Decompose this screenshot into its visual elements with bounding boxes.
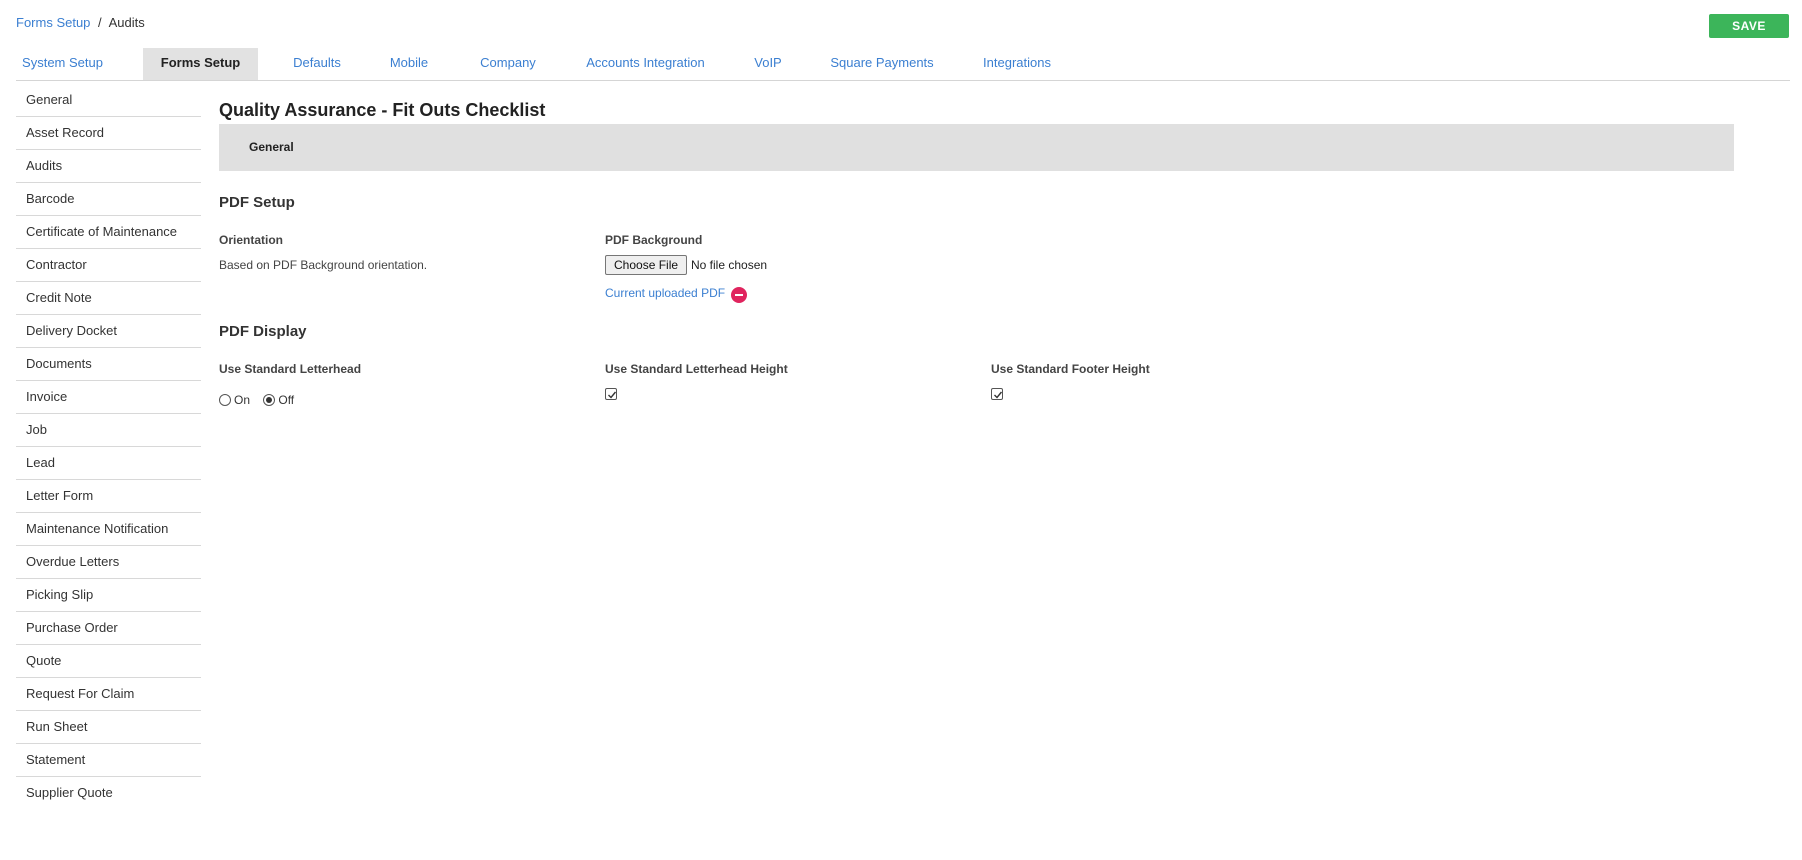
- forms-setup-page: Forms Setup / Audits SAVE System Setup F…: [0, 0, 1802, 860]
- pdf-display-heading: PDF Display: [219, 323, 307, 340]
- letterhead-on-option[interactable]: On: [219, 393, 250, 407]
- orientation-label: Orientation: [219, 233, 284, 247]
- sidebar-item-credit-note[interactable]: Credit Note: [16, 282, 201, 315]
- settings-tabs: System Setup Forms Setup Defaults Mobile…: [16, 48, 1790, 81]
- orientation-text: Based on PDF Background orientation.: [219, 258, 428, 272]
- radio-on-label: On: [234, 393, 251, 407]
- sidebar-item-overdue-letters[interactable]: Overdue Letters: [16, 546, 201, 579]
- sidebar-item-delivery-docket[interactable]: Delivery Docket: [16, 315, 201, 348]
- footer-height-checkbox[interactable]: [991, 388, 1003, 400]
- sidebar-item-audits[interactable]: Audits: [16, 150, 201, 183]
- sidebar-item-invoice[interactable]: Invoice: [16, 381, 201, 414]
- save-button[interactable]: SAVE: [1709, 14, 1789, 38]
- sidebar-item-quote[interactable]: Quote: [16, 645, 201, 678]
- sidebar-item-letter-form[interactable]: Letter Form: [16, 480, 201, 513]
- tab-accounts-integration[interactable]: Accounts Integration: [576, 48, 715, 80]
- sidebar-item-job[interactable]: Job: [16, 414, 201, 447]
- use-standard-footer-height-label: Use Standard Footer Height: [991, 362, 1150, 376]
- sidebar-item-request-for-claim[interactable]: Request For Claim: [16, 678, 201, 711]
- sidebar-item-picking-slip[interactable]: Picking Slip: [16, 579, 201, 612]
- tab-mobile[interactable]: Mobile: [383, 48, 435, 80]
- radio-off-label: Off: [278, 393, 295, 407]
- sidebar-item-contractor[interactable]: Contractor: [16, 249, 201, 282]
- tab-company[interactable]: Company: [471, 48, 545, 80]
- forms-sidebar: General Asset Record Audits Barcode Cert…: [16, 84, 201, 809]
- page-title: Quality Assurance - Fit Outs Checklist: [219, 100, 546, 120]
- sidebar-item-purchase-order[interactable]: Purchase Order: [16, 612, 201, 645]
- remove-icon[interactable]: [731, 287, 747, 303]
- tab-forms-setup[interactable]: Forms Setup: [143, 48, 258, 80]
- pdf-background-label: PDF Background: [605, 233, 703, 247]
- letterhead-radio-group: On Off: [219, 393, 304, 409]
- sidebar-item-certificate-of-maintenance[interactable]: Certificate of Maintenance: [16, 216, 201, 249]
- tab-square-payments[interactable]: Square Payments: [816, 48, 948, 80]
- sidebar-item-run-sheet[interactable]: Run Sheet: [16, 711, 201, 744]
- radio-on[interactable]: [219, 394, 231, 406]
- section-tab-general[interactable]: General: [249, 124, 294, 171]
- sidebar-item-asset-record[interactable]: Asset Record: [16, 117, 201, 150]
- choose-file-button[interactable]: Choose File: [605, 255, 688, 275]
- use-standard-letterhead-height-label: Use Standard Letterhead Height: [605, 362, 788, 376]
- breadcrumb-current: Audits: [108, 15, 145, 30]
- use-standard-letterhead-label: Use Standard Letterhead: [219, 362, 362, 376]
- tab-integrations[interactable]: Integrations: [965, 48, 1069, 80]
- breadcrumb-separator: /: [98, 15, 102, 30]
- section-tab-bar: General: [219, 124, 1734, 171]
- breadcrumb-link-forms-setup[interactable]: Forms Setup: [16, 15, 90, 30]
- breadcrumb: Forms Setup / Audits: [16, 15, 145, 30]
- tab-voip[interactable]: VoIP: [742, 48, 794, 80]
- tab-defaults[interactable]: Defaults: [284, 48, 350, 80]
- pdf-setup-heading: PDF Setup: [219, 194, 295, 211]
- letterhead-height-checkbox[interactable]: [605, 388, 617, 400]
- sidebar-item-documents[interactable]: Documents: [16, 348, 201, 381]
- sidebar-item-maintenance-notification[interactable]: Maintenance Notification: [16, 513, 201, 546]
- tab-system-setup[interactable]: System Setup: [16, 48, 109, 80]
- sidebar-item-supplier-quote[interactable]: Supplier Quote: [16, 777, 201, 809]
- sidebar-item-statement[interactable]: Statement: [16, 744, 201, 777]
- letterhead-off-option[interactable]: Off: [263, 393, 294, 407]
- checkmark-icon: [608, 391, 617, 399]
- checkmark-icon: [994, 391, 1003, 399]
- current-uploaded-pdf-link[interactable]: Current uploaded PDF: [605, 286, 725, 300]
- radio-off[interactable]: [263, 394, 276, 406]
- file-status-text: No file chosen: [691, 258, 768, 272]
- sidebar-item-barcode[interactable]: Barcode: [16, 183, 201, 216]
- sidebar-item-lead[interactable]: Lead: [16, 447, 201, 480]
- sidebar-item-general[interactable]: General: [16, 84, 201, 117]
